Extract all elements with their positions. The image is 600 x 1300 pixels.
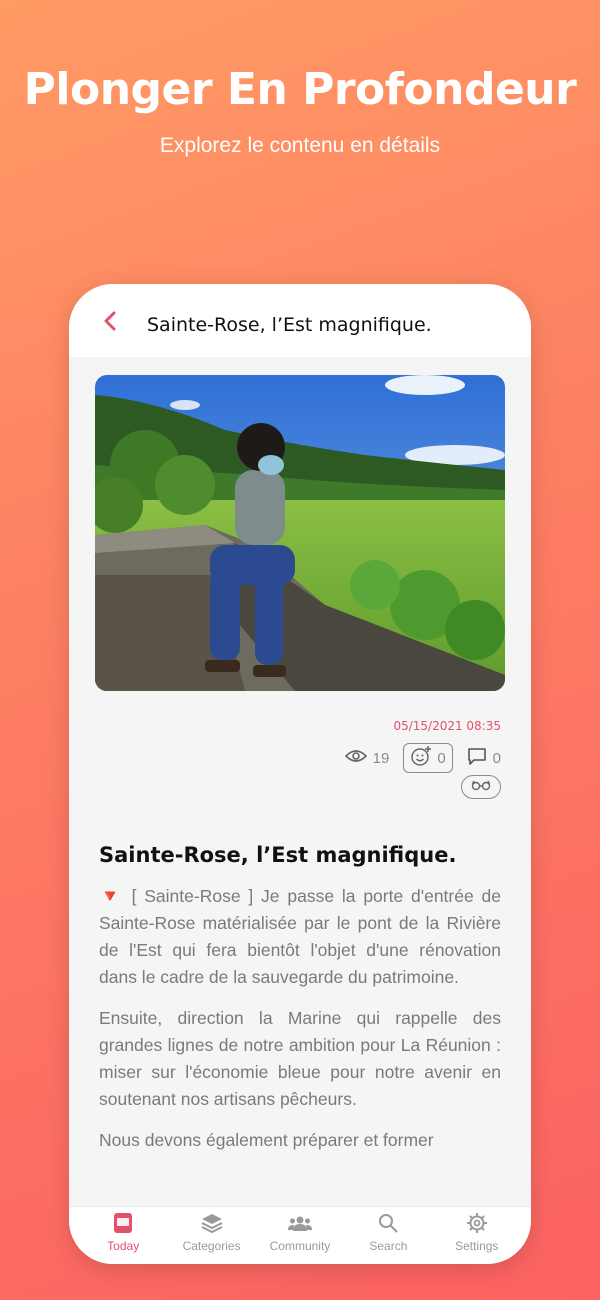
tab-label: Community (269, 1239, 331, 1253)
layers-icon (200, 1211, 224, 1235)
today-icon (111, 1211, 135, 1235)
tab-settings[interactable]: Settings (433, 1207, 521, 1264)
smiley-add-icon (410, 745, 432, 771)
article-date: 05/15/2021 08:35 (393, 719, 501, 733)
views-stat: 19 (344, 748, 390, 768)
tab-label: Search (369, 1239, 408, 1253)
tab-label: Categories (182, 1239, 241, 1253)
gear-icon (465, 1211, 489, 1235)
glasses-icon (471, 778, 491, 796)
reaction-count: 0 (437, 749, 446, 767)
article-content[interactable]: 05/15/2021 08:35 19 0 0 Sainte-Rose, l’E… (69, 357, 531, 1207)
chevron-left-icon (102, 310, 118, 337)
article-paragraph: 🔻 [ Sainte-Rose ] Je passe la porte d'en… (99, 886, 501, 987)
views-count: 19 (372, 749, 390, 767)
tab-community[interactable]: Community (256, 1207, 344, 1264)
tab-label: Today (107, 1239, 140, 1253)
tab-label: Settings (455, 1239, 499, 1253)
eye-icon (344, 748, 367, 768)
search-icon (376, 1211, 400, 1235)
tab-bar: Today Categories Community Search Settin… (69, 1206, 531, 1264)
tab-today[interactable]: Today (79, 1207, 167, 1264)
phone-frame: Sainte-Rose, l’Est magnifique. 05/15/202… (69, 284, 531, 1264)
tab-search[interactable]: Search (344, 1207, 432, 1264)
nav-title: Sainte-Rose, l’Est magnifique. (147, 314, 432, 336)
article-body: 🔻 [ Sainte-Rose ] Je passe la porte d'en… (99, 883, 501, 1168)
comment-icon (467, 746, 487, 770)
tab-categories[interactable]: Categories (168, 1207, 256, 1264)
article-stats: 19 0 0 (344, 743, 501, 773)
comments-count: 0 (492, 749, 501, 767)
reader-mode-button[interactable] (461, 775, 501, 799)
back-button[interactable] (97, 310, 123, 336)
article-hero-image[interactable] (95, 375, 505, 691)
article-paragraph: Ensuite, direction la Marine qui rappell… (99, 1008, 501, 1109)
promo-title: Plonger En Profondeur (23, 64, 577, 115)
promo-subtitle: Explorez le contenu en détails (159, 134, 441, 157)
comments-stat[interactable]: 0 (467, 746, 501, 770)
reaction-button[interactable]: 0 (403, 743, 453, 773)
article-title: Sainte-Rose, l’Est magnifique. (99, 843, 457, 867)
nav-bar: Sainte-Rose, l’Est magnifique. (69, 284, 531, 357)
article-paragraph: Nous devons également préparer et former (99, 1130, 434, 1150)
people-icon (287, 1211, 312, 1235)
